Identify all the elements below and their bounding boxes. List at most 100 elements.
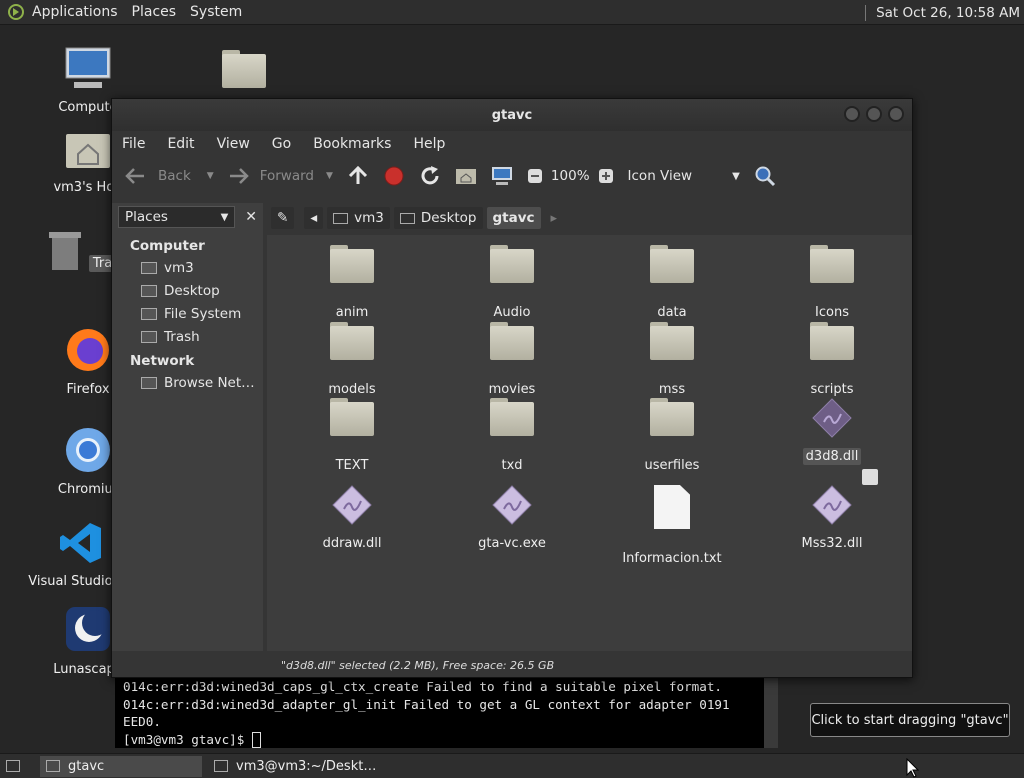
folder-icon — [490, 322, 534, 360]
folder-icon — [330, 398, 374, 436]
terminal-window[interactable]: 014c:err:d3d:wined3d_caps_gl_ctx_create … — [115, 676, 778, 748]
home-button[interactable] — [455, 166, 477, 186]
back-button[interactable]: Back ▼ — [124, 167, 214, 185]
breadcrumb-gtavc[interactable]: gtavc — [486, 207, 541, 229]
show-desktop-button[interactable] — [0, 756, 34, 777]
file-item[interactable]: movies — [452, 322, 572, 398]
file-item[interactable]: txd — [452, 398, 572, 474]
file-item[interactable]: d3d8.dll — [772, 398, 892, 465]
toolbar: Back ▼ Forward ▼ 100% Icon View ▼ — [112, 157, 912, 195]
computer-icon — [491, 167, 512, 185]
minimize-button[interactable] — [844, 106, 860, 122]
sidebar-item-desktop[interactable]: Desktop — [112, 277, 263, 300]
menu-view[interactable]: View — [217, 136, 250, 152]
sidebar-header: Places ▼ ✕ — [112, 203, 263, 231]
zoom-in-button[interactable] — [598, 168, 614, 184]
zoom-out-button[interactable] — [527, 168, 543, 184]
search-icon — [755, 166, 775, 187]
executable-file-icon — [332, 485, 372, 525]
breadcrumb-desktop[interactable]: Desktop — [393, 207, 483, 229]
stop-button[interactable] — [383, 165, 405, 187]
chevron-right-icon[interactable]: ▸ — [551, 211, 558, 226]
reload-button[interactable] — [419, 165, 441, 187]
close-sidebar-icon[interactable]: ✕ — [245, 209, 257, 225]
task-gtavc[interactable]: gtavc — [40, 755, 202, 777]
lock-icon — [862, 469, 878, 485]
zoom-label: 100% — [550, 168, 590, 184]
mint-logo-icon[interactable] — [8, 4, 24, 20]
menu-system[interactable]: System — [190, 4, 242, 20]
computer-button[interactable] — [491, 166, 513, 186]
menu-places[interactable]: Places — [132, 4, 177, 20]
menu-edit[interactable]: Edit — [167, 136, 194, 152]
taskbar: gtavc vm3@vm3:~/Deskt… — [0, 753, 1024, 778]
file-item[interactable]: anim — [292, 245, 412, 321]
close-button[interactable] — [888, 106, 904, 122]
clock[interactable]: Sat Oct 26, 10:58 AM — [865, 0, 1020, 25]
file-item[interactable]: data — [612, 245, 732, 321]
file-item[interactable]: mss — [612, 322, 732, 398]
file-name: models — [328, 382, 376, 397]
file-item[interactable]: gta-vc.exe — [452, 485, 572, 552]
folder-icon — [810, 322, 854, 360]
toggle-location-button[interactable]: ✎ — [271, 207, 295, 229]
forward-history-chevron-icon[interactable]: ▼ — [326, 171, 333, 181]
file-item[interactable]: Informacion.txt — [612, 485, 732, 567]
window-titlebar[interactable]: gtavc — [112, 99, 912, 131]
file-item[interactable]: Icons — [772, 245, 892, 321]
menubar: File Edit View Go Bookmarks Help — [112, 131, 912, 157]
file-item[interactable]: ddraw.dll — [292, 485, 412, 552]
sidebar-mode-label: Places — [125, 209, 168, 225]
file-name: d3d8.dll — [802, 448, 862, 465]
file-item[interactable]: Audio — [452, 245, 572, 321]
task-terminal[interactable]: vm3@vm3:~/Deskt… — [208, 756, 382, 777]
sidebar-mode-select[interactable]: Places ▼ — [118, 206, 236, 228]
sidebar-item-trash[interactable]: Trash — [112, 323, 263, 346]
sidebar-item-browse-network[interactable]: Browse Net… — [112, 369, 263, 392]
sidebar-item-label: vm3 — [164, 259, 194, 276]
file-name: mss — [658, 382, 686, 397]
breadcrumb-scroll-left[interactable]: ◂ — [304, 207, 324, 229]
file-item[interactable]: userfiles — [612, 398, 732, 474]
file-name: Mss32.dll — [801, 536, 863, 551]
desktop-icon — [141, 284, 157, 297]
executable-file-icon — [812, 398, 852, 438]
file-item[interactable]: scripts — [772, 322, 892, 398]
maximize-button[interactable] — [866, 106, 882, 122]
menu-file[interactable]: File — [122, 136, 145, 152]
terminal-cursor — [251, 732, 261, 748]
folder-icon — [330, 322, 374, 360]
desktop-icon-folder[interactable] — [189, 50, 299, 88]
search-button[interactable] — [754, 165, 776, 187]
sidebar-item-label: Browse Net… — [164, 374, 255, 391]
file-view[interactable]: anim Audio data Icons models movies mss scripts… — [267, 235, 912, 651]
sidebar-section-network: Network — [130, 353, 195, 369]
forward-arrow-icon — [229, 168, 249, 184]
forward-button[interactable]: Forward ▼ — [228, 167, 333, 185]
sidebar-item-file-system[interactable]: File System — [112, 300, 263, 323]
terminal-scrollbar[interactable] — [764, 676, 778, 748]
menu-help[interactable]: Help — [413, 136, 445, 152]
trash-icon — [48, 232, 81, 270]
lunascape-icon — [66, 607, 110, 651]
file-item[interactable]: models — [292, 322, 412, 398]
menu-go[interactable]: Go — [272, 136, 291, 152]
folder-icon — [222, 50, 266, 88]
view-mode-select[interactable]: Icon View ▼ — [628, 168, 740, 184]
home-folder-icon — [66, 134, 110, 168]
sidebar-item-vm3[interactable]: vm3 — [112, 254, 263, 277]
menu-bookmarks[interactable]: Bookmarks — [313, 136, 391, 152]
top-panel: Applications Places System Sat Oct 26, 1… — [0, 0, 1024, 25]
sidebar: Places ▼ ✕ Computer vm3 Desktop File Sys… — [112, 203, 263, 651]
executable-file-icon — [812, 485, 852, 525]
up-button[interactable] — [347, 166, 369, 186]
breadcrumb: ✎ ◂ vm3 Desktop gtavc ▸ — [267, 203, 912, 233]
window-title: gtavc — [491, 107, 533, 123]
breadcrumb-vm3[interactable]: vm3 — [327, 207, 390, 229]
folder-icon — [490, 398, 534, 436]
menu-applications[interactable]: Applications — [32, 4, 118, 20]
sidebar-item-label: Desktop — [164, 282, 220, 299]
file-item[interactable]: TEXT — [292, 398, 412, 474]
file-item[interactable]: Mss32.dll — [772, 469, 892, 552]
back-history-chevron-icon[interactable]: ▼ — [207, 171, 214, 181]
